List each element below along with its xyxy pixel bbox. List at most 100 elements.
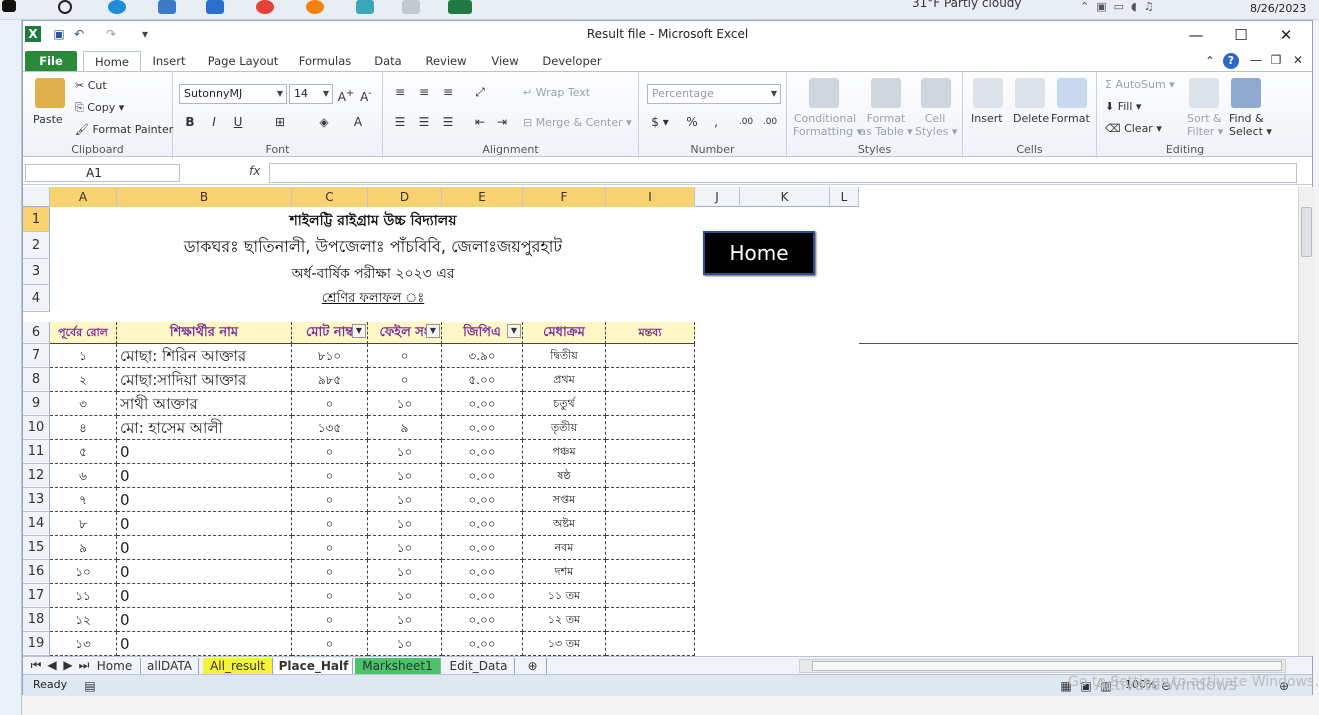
rank-cell[interactable]: প্রথম — [523, 368, 606, 392]
mail-icon[interactable] — [206, 0, 224, 14]
tab-insert[interactable]: Insert — [147, 51, 191, 71]
align-middle-icon[interactable]: ≡ — [415, 84, 433, 100]
student-name-cell[interactable]: মোছা:সাদিয়া আক্তার — [117, 368, 292, 392]
fill-button[interactable]: ⬇ Fill ▾ — [1105, 100, 1141, 113]
tab-home[interactable]: Home — [83, 51, 141, 71]
tab-page-layout[interactable]: Page Layout — [205, 51, 281, 71]
rank-cell[interactable]: ষষ্ঠ — [523, 464, 606, 488]
column-header[interactable]: C — [292, 187, 368, 207]
rank-cell[interactable]: তৃতীয় — [523, 416, 606, 440]
remarks-cell[interactable] — [606, 560, 695, 584]
comma-icon[interactable]: , — [707, 114, 725, 130]
remarks-cell[interactable] — [606, 368, 695, 392]
tab-formulas[interactable]: Formulas — [295, 51, 355, 71]
roll-cell[interactable]: ৩ — [50, 392, 117, 416]
roll-cell[interactable]: ১২ — [50, 608, 117, 632]
student-name-cell[interactable]: 0 — [117, 488, 292, 512]
student-name-cell[interactable]: 0 — [117, 536, 292, 560]
excel-taskbar-icon[interactable] — [448, 0, 472, 14]
paste-button[interactable]: Paste — [33, 113, 63, 126]
remarks-cell[interactable] — [606, 440, 695, 464]
decrease-decimal-icon[interactable]: .00 — [761, 114, 779, 130]
remarks-cell[interactable] — [606, 392, 695, 416]
number-format-combo[interactable]: Percentage ▼ — [647, 84, 781, 104]
app-icon[interactable] — [356, 0, 374, 14]
rank-cell[interactable]: দ্বিতীয় — [523, 344, 606, 368]
horizontal-scroll-thumb[interactable] — [812, 661, 1282, 671]
chrome-icon[interactable] — [256, 0, 274, 14]
column-header[interactable]: A — [50, 187, 117, 207]
total-marks-cell[interactable]: ০ — [292, 584, 368, 608]
header-rank[interactable]: মেধাক্রম — [523, 322, 606, 344]
gpa-cell[interactable]: ০.০০ — [442, 440, 523, 464]
student-name-cell[interactable]: 0 — [117, 512, 292, 536]
roll-cell[interactable]: ৫ — [50, 440, 117, 464]
find-select-icon[interactable] — [1231, 78, 1261, 108]
row-header[interactable]: 16 — [23, 560, 50, 584]
fail-count-cell[interactable]: ১০ — [368, 392, 442, 416]
gpa-cell[interactable]: ০.০০ — [442, 608, 523, 632]
conditional-formatting-button[interactable]: Conditional Formatting ▾ — [793, 112, 862, 138]
fail-count-cell[interactable]: ১০ — [368, 488, 442, 512]
roll-cell[interactable]: ১ — [50, 344, 117, 368]
row-header[interactable]: 7 — [23, 344, 50, 368]
maximize-button[interactable]: ☐ — [1226, 25, 1256, 45]
cell-styles-button[interactable]: Cell Styles ▾ — [915, 112, 957, 138]
paste-icon[interactable] — [35, 78, 65, 108]
edge-icon[interactable] — [108, 0, 126, 14]
doc-minimize-icon[interactable]: — — [1247, 52, 1265, 68]
rank-cell[interactable]: সপ্তম — [523, 488, 606, 512]
rank-cell[interactable]: ১২ তম — [523, 608, 606, 632]
filter-dropdown-icon[interactable]: ▼ — [352, 324, 366, 338]
total-marks-cell[interactable]: ০ — [292, 464, 368, 488]
borders-icon[interactable]: ⊞ — [271, 114, 289, 130]
clock-date[interactable]: 8/26/2023 — [1250, 2, 1306, 15]
format-cells-button[interactable]: Format — [1051, 112, 1090, 125]
column-header[interactable]: D — [368, 187, 442, 207]
copy-button[interactable]: ⎘ Copy ▾ — [75, 101, 124, 115]
filter-dropdown-icon[interactable]: ▼ — [426, 324, 440, 338]
row-header[interactable]: 12 — [23, 464, 50, 488]
header-roll[interactable]: পূর্বের রোল — [50, 322, 117, 344]
gpa-cell[interactable]: ০.০০ — [442, 536, 523, 560]
percent-icon[interactable]: % — [683, 114, 701, 130]
system-tray[interactable]: ⌃ ▣ ▭ ◖ ♫ — [1080, 0, 1154, 14]
total-marks-cell[interactable]: ০ — [292, 392, 368, 416]
cut-button[interactable]: ✂ Cut — [75, 79, 107, 92]
windows-start-icon[interactable] — [2, 0, 16, 12]
fail-count-cell[interactable]: ১০ — [368, 584, 442, 608]
roll-cell[interactable]: ২ — [50, 368, 117, 392]
remarks-cell[interactable] — [606, 464, 695, 488]
roll-cell[interactable]: ৬ — [50, 464, 117, 488]
rank-cell[interactable]: ১৩ তম — [523, 632, 606, 656]
remarks-cell[interactable] — [606, 488, 695, 512]
corner-select-all[interactable] — [23, 187, 50, 207]
wrap-text-button[interactable]: ↵ Wrap Text — [523, 86, 590, 99]
home-button[interactable]: Home — [703, 231, 815, 275]
column-header[interactable]: J — [695, 187, 740, 207]
row-header[interactable]: 19 — [23, 632, 50, 656]
row-header[interactable]: 1 — [23, 207, 50, 232]
vertical-scrollbar[interactable] — [1298, 187, 1314, 656]
roll-cell[interactable]: ১৩ — [50, 632, 117, 656]
row-header[interactable]: 15 — [23, 536, 50, 560]
grow-font-icon[interactable]: A+ — [337, 86, 355, 104]
align-bottom-icon[interactable]: ≡ — [439, 84, 457, 100]
tab-review[interactable]: Review — [421, 51, 471, 71]
sheet-tab-home[interactable]: Home — [89, 658, 141, 674]
gpa-cell[interactable]: ০.০০ — [442, 560, 523, 584]
rank-cell[interactable]: ১১ তম — [523, 584, 606, 608]
row-header[interactable]: 8 — [23, 368, 50, 392]
row-header[interactable]: 2 — [23, 232, 50, 259]
gpa-cell[interactable]: ০.০০ — [442, 512, 523, 536]
row-header[interactable]: 14 — [23, 512, 50, 536]
tab-view[interactable]: View — [485, 51, 525, 71]
format-cells-icon[interactable] — [1057, 78, 1087, 108]
header-total-marks[interactable]: মোট নাম্ব ▼ — [292, 322, 368, 344]
sort-filter-button[interactable]: Sort & Filter ▾ — [1187, 112, 1223, 138]
rank-cell[interactable]: পঞ্চম — [523, 440, 606, 464]
gpa-cell[interactable]: ০.০০ — [442, 632, 523, 656]
currency-icon[interactable]: $ ▾ — [651, 114, 669, 130]
header-fail-count[interactable]: ফেইল সং ▼ — [368, 322, 442, 344]
header-gpa[interactable]: জিপিএ ▼ — [442, 322, 523, 344]
